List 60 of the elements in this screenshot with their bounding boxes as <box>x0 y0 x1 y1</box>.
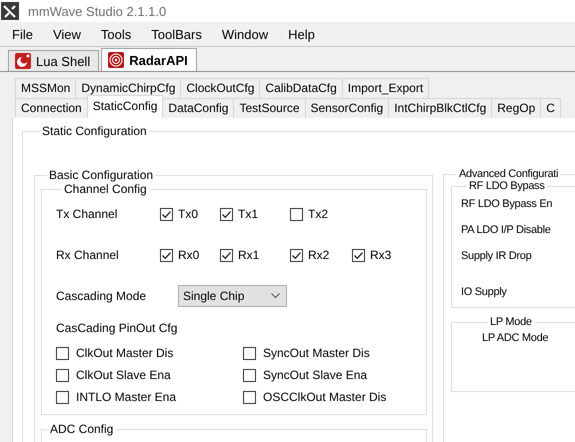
document-tab[interactable]: RadarAPI <box>101 48 197 71</box>
target-icon <box>108 52 124 68</box>
tab[interactable]: Connection <box>15 98 88 118</box>
section-label: CasCading PinOut Cfg <box>56 321 178 337</box>
tab[interactable]: StaticConfig <box>86 95 164 118</box>
group-title: Advanced Configurati <box>458 168 560 180</box>
checkbox-label: SyncOut Master Dis <box>263 346 370 360</box>
group-title: LP Mode <box>489 316 533 328</box>
window-title: mmWave Studio 2.1.1.0 <box>28 4 166 18</box>
checkbox[interactable] <box>290 248 303 262</box>
checkbox[interactable] <box>160 248 173 262</box>
menu-item[interactable]: Tools <box>92 24 140 44</box>
checkbox-label: Tx2 <box>308 207 328 221</box>
checkbox-label: Rx1 <box>238 248 260 262</box>
checkbox-label: Rx3 <box>370 248 392 262</box>
checkbox[interactable] <box>220 248 233 262</box>
chevron-icon <box>271 293 280 299</box>
menu-item[interactable]: ToolBars <box>143 24 210 44</box>
checkbox[interactable] <box>220 208 233 220</box>
group-title: Static Configuration <box>41 124 148 138</box>
menu-item[interactable]: File <box>4 24 41 44</box>
checkbox-label: ClkOut Slave Ena <box>76 368 171 382</box>
field-label: Supply IR Drop <box>461 250 532 264</box>
moon-icon <box>15 53 31 69</box>
tab[interactable]: MSSMon <box>15 78 76 98</box>
checkbox-label: Tx1 <box>238 207 258 221</box>
field-label: Tx Channel <box>56 207 118 221</box>
checkbox[interactable] <box>243 346 256 360</box>
tab[interactable]: C <box>540 98 561 118</box>
menu-item[interactable]: Window <box>214 24 276 44</box>
checkbox[interactable] <box>243 390 256 404</box>
group-title: Basic Configuration <box>48 168 154 182</box>
document-tab[interactable]: Lua Shell <box>8 50 100 71</box>
dropdown[interactable]: Single Chip <box>178 285 287 307</box>
field-label: RF LDO Bypass En <box>461 198 554 212</box>
checkbox-label: INTLO Master Ena <box>76 390 176 404</box>
checkbox[interactable] <box>160 208 173 220</box>
checkbox[interactable] <box>56 390 69 404</box>
group-title: ADC Config <box>49 422 114 436</box>
checkbox-label: OSCClkOut Master Dis <box>263 390 386 404</box>
checkbox[interactable] <box>290 208 303 220</box>
tab[interactable]: Import_Export <box>342 78 430 98</box>
group-title: Channel Config <box>63 182 148 196</box>
group-title: RF LDO Bypass <box>468 180 546 192</box>
menu-item[interactable]: View <box>44 24 89 44</box>
field-label: Cascading Mode <box>56 289 148 303</box>
checkbox-label: Rx2 <box>308 248 330 262</box>
menu-item[interactable]: Help <box>280 24 323 44</box>
checkbox-label: SyncOut Slave Ena <box>263 368 368 382</box>
checkbox-label: ClkOut Master Dis <box>76 346 174 360</box>
checkbox[interactable] <box>243 368 256 382</box>
checkbox-label: Tx0 <box>178 207 198 221</box>
field-label: Rx Channel <box>56 248 120 262</box>
checkbox[interactable] <box>352 248 365 262</box>
field-label: PA LDO I/P Disable <box>461 224 552 238</box>
checkbox-label: Rx0 <box>178 248 200 262</box>
field-label: LP ADC Mode <box>482 332 550 344</box>
field-label: IO Supply <box>461 286 508 300</box>
checkbox[interactable] <box>56 346 69 360</box>
checkbox[interactable] <box>56 368 69 382</box>
